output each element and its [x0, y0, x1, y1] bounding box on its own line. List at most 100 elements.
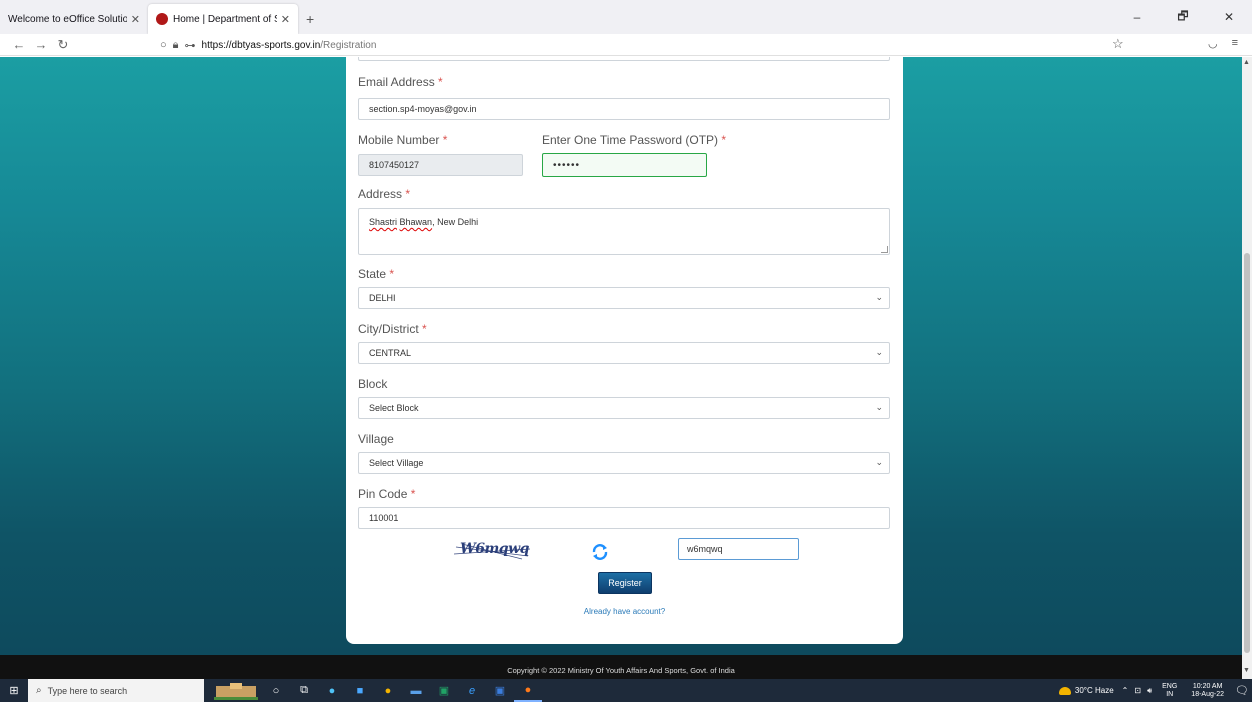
mobile-label-text: Mobile Number	[358, 133, 440, 147]
state-label-text: State	[358, 267, 387, 281]
taskbar-apps: ○ ⧉ ● ■ ● ▬ ▣ e ▣ ●	[210, 679, 542, 702]
mobile-input[interactable]: 8107450127	[358, 154, 523, 176]
address-rest: , New Delhi	[432, 217, 479, 227]
language-bottom: IN	[1166, 690, 1174, 698]
address-label: Address *	[358, 187, 410, 201]
address-word: Shastri	[369, 217, 398, 227]
tab-label: Welcome to eOffice Solution	[8, 13, 127, 25]
registration-card: Email Address * section.sp4-moyas@gov.in…	[346, 57, 903, 644]
village-value: Select Village	[369, 458, 424, 468]
task-view-icon[interactable]: ⧉	[290, 679, 318, 702]
footer-copyright: Copyright © 2022 Ministry Of Youth Affai…	[507, 666, 735, 675]
clock-date: 18-Aug-22	[1191, 690, 1224, 698]
otp-label: Enter One Time Password (OTP) *	[542, 133, 726, 147]
scroll-up-icon[interactable]: ▲	[1243, 59, 1250, 66]
page-viewport: Email Address * section.sp4-moyas@gov.in…	[0, 57, 1242, 655]
firefox-icon[interactable]: ●	[514, 679, 542, 702]
window-controls: – 🗗 ✕	[1114, 0, 1252, 34]
browser-tab-bar: Welcome to eOffice Solution ✕ Home | Dep…	[0, 0, 1252, 34]
refresh-captcha-icon[interactable]	[590, 542, 610, 562]
weather-widget[interactable]: 30°C Haze	[1058, 686, 1114, 695]
cortana-icon[interactable]: ○	[262, 679, 290, 702]
minimize-button[interactable]: –	[1114, 10, 1160, 24]
restore-button[interactable]: 🗗	[1160, 7, 1206, 28]
chevron-down-icon: ⌄	[875, 347, 883, 357]
back-arrow-icon[interactable]: ←	[8, 37, 30, 52]
store-icon[interactable]: ■	[346, 679, 374, 702]
news-widget-icon[interactable]	[210, 679, 262, 702]
chrome-icon[interactable]: ●	[374, 679, 402, 702]
village-label: Village	[358, 432, 394, 446]
show-hidden-icons-icon[interactable]: ⌃	[1122, 686, 1129, 695]
internet-explorer-icon[interactable]: e	[458, 679, 486, 702]
close-icon[interactable]: ✕	[131, 13, 140, 26]
required-mark: *	[721, 133, 727, 147]
clock[interactable]: 10:20 AM 18-Aug-22	[1191, 683, 1224, 699]
city-value: CENTRAL	[369, 348, 412, 358]
previous-field-input[interactable]	[358, 57, 890, 61]
tab-eoffice[interactable]: Welcome to eOffice Solution ✕	[0, 4, 148, 34]
file-explorer-icon[interactable]: ▬	[402, 679, 430, 702]
bookmark-star-icon[interactable]: ☆	[1112, 36, 1124, 52]
network-icon[interactable]: ⊡	[1134, 686, 1141, 695]
taskbar-search-box[interactable]: ⌕ Type here to search	[28, 679, 204, 702]
address-label-text: Address	[358, 187, 403, 201]
email-input[interactable]: section.sp4-moyas@gov.in	[358, 98, 890, 120]
address-textarea[interactable]: Shastri Bhawan, New Delhi	[358, 208, 890, 255]
close-window-button[interactable]: ✕	[1206, 10, 1252, 24]
clock-time: 10:20 AM	[1192, 682, 1223, 690]
captcha-input[interactable]: w6mqwq	[678, 538, 799, 560]
state-value: DELHI	[369, 293, 396, 303]
already-have-account-link[interactable]: Already have account?	[346, 607, 903, 616]
language-indicator[interactable]: ENG IN	[1162, 683, 1177, 699]
scroll-down-icon[interactable]: ▼	[1243, 667, 1250, 674]
volume-icon[interactable]: 🔊︎	[1147, 686, 1152, 696]
word-icon[interactable]: ▣	[486, 679, 514, 702]
city-select[interactable]: CENTRAL ⌄	[358, 342, 890, 364]
pocket-icon[interactable]: ◡	[1208, 37, 1218, 50]
village-select[interactable]: Select Village ⌄	[358, 452, 890, 474]
browser-nav-bar: ← → ↻ ○ 🔒︎ ⊶ https://dbtyas-sports.gov.i…	[0, 34, 1252, 56]
tab-department-of-sports[interactable]: Home | Department of Sports ✕	[148, 4, 298, 34]
close-icon[interactable]: ✕	[281, 13, 290, 26]
otp-input[interactable]: ••••••	[542, 153, 707, 177]
weather-text: 30°C Haze	[1074, 686, 1114, 695]
city-label: City/District *	[358, 322, 427, 336]
system-tray: 30°C Haze ⌃ ⊡ 🔊︎ ENG IN 10:20 AM 18-Aug-…	[1058, 679, 1252, 702]
state-select[interactable]: DELHI ⌄	[358, 287, 890, 309]
url-bar[interactable]: ○ 🔒︎ ⊶ https://dbtyas-sports.gov.in/Regi…	[160, 36, 1135, 54]
register-button[interactable]: Register	[598, 572, 652, 594]
forward-arrow-icon[interactable]: →	[30, 37, 52, 52]
captcha-text: W6mqwq	[460, 541, 529, 557]
page-scrollbar[interactable]: ▲ ▼	[1242, 57, 1252, 679]
chevron-down-icon: ⌄	[875, 402, 883, 412]
site-favicon-icon	[156, 13, 168, 25]
windows-taskbar: ⊞ ⌕ Type here to search ○ ⧉ ● ■ ● ▬ ▣ e …	[0, 679, 1252, 702]
notifications-icon[interactable]: 🗨︎	[1232, 684, 1252, 697]
block-value: Select Block	[369, 403, 419, 413]
new-tab-button[interactable]: +	[298, 4, 322, 34]
required-mark: *	[442, 133, 448, 147]
scroll-thumb[interactable]	[1244, 253, 1250, 653]
pincode-input[interactable]: 110001	[358, 507, 890, 529]
menu-icon[interactable]: ≡	[1232, 37, 1238, 50]
tab-label: Home | Department of Sports	[173, 13, 277, 25]
address-word: Bhawan	[399, 217, 433, 227]
email-label: Email Address *	[358, 75, 443, 89]
lock-icon: 🔒︎	[172, 38, 179, 51]
excel-icon[interactable]: ▣	[430, 679, 458, 702]
landmark-image-icon	[214, 682, 258, 700]
email-label-text: Email Address	[358, 75, 435, 89]
city-label-text: City/District	[358, 322, 419, 336]
windows-start-icon[interactable]: ⊞	[0, 684, 28, 697]
state-label: State *	[358, 267, 394, 281]
block-select[interactable]: Select Block ⌄	[358, 397, 890, 419]
captcha-image: W6mqwq	[452, 540, 532, 562]
required-mark: *	[405, 187, 411, 201]
shield-icon: ○	[160, 39, 167, 51]
resize-handle-icon[interactable]	[881, 246, 888, 253]
edge-icon[interactable]: ●	[318, 679, 346, 702]
reload-icon[interactable]: ↻	[52, 37, 74, 53]
toolbar-right: ◡ ≡	[1208, 37, 1238, 50]
pincode-label: Pin Code *	[358, 487, 415, 501]
